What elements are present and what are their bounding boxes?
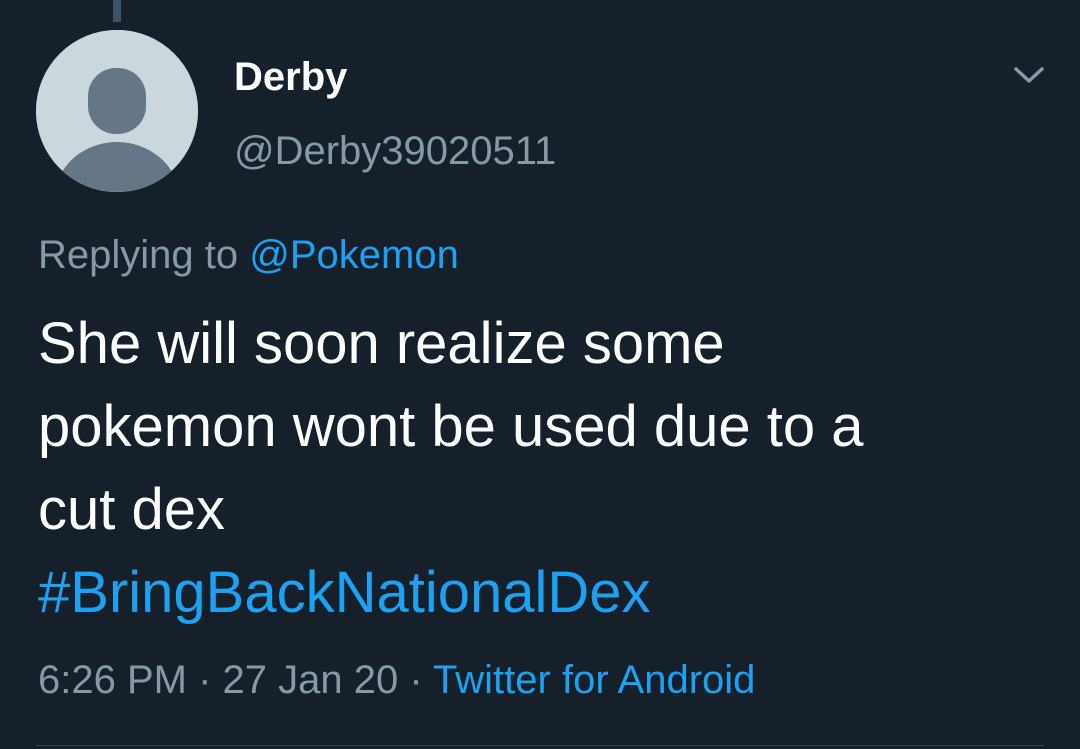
author-handle[interactable]: @Derby39020511 — [234, 127, 556, 175]
hashtag-link[interactable]: #BringBackNationalDex — [38, 551, 1048, 634]
tweet-metadata: 6:26 PM · 27 Jan 20 · Twitter for Androi… — [38, 656, 755, 704]
chevron-down-icon — [1014, 67, 1044, 83]
avatar[interactable] — [36, 30, 198, 192]
tweet-time[interactable]: 6:26 PM — [38, 658, 187, 702]
divider — [36, 745, 1044, 746]
author-display-name[interactable]: Derby — [234, 53, 347, 101]
reply-mention-link[interactable]: @Pokemon — [249, 233, 459, 277]
tweet-body: She will soon realize some pokemon wont … — [38, 302, 1048, 634]
default-avatar-icon — [36, 30, 198, 192]
meta-separator: · — [398, 658, 434, 702]
reply-context: Replying to @Pokemon — [38, 231, 459, 279]
tweet-source-link[interactable]: Twitter for Android — [433, 658, 755, 702]
thread-connector-line — [113, 0, 121, 22]
tweet-detail: Derby @Derby39020511 Replying to @Pokemo… — [0, 0, 1080, 749]
tweet-text-line: cut dex — [38, 477, 225, 542]
tweet-date[interactable]: 27 Jan 20 — [223, 658, 399, 702]
reply-context-prefix: Replying to — [38, 233, 250, 277]
tweet-text-line: pokemon wont be used due to a — [38, 394, 864, 459]
tweet-menu-button[interactable] — [1012, 60, 1046, 90]
meta-separator: · — [186, 658, 223, 702]
tweet-text-line: She will soon realize some — [38, 311, 725, 376]
